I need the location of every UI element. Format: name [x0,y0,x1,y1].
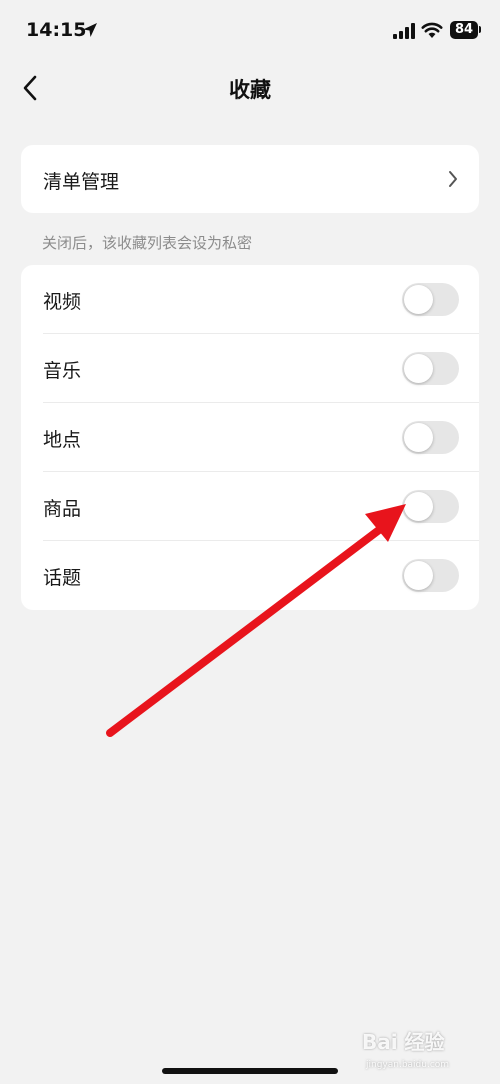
page-title: 收藏 [229,78,271,102]
switch-knob [404,285,433,314]
chevron-right-icon [449,171,457,187]
collection-toggles-card: 视频 音乐 地点 商品 话题 [21,265,479,610]
nav-bar: 收藏 [0,60,500,116]
switch-knob [404,561,433,590]
toggle-label-video: 视频 [43,291,82,313]
toggle-row-location: 地点 [21,403,479,472]
list-management-row[interactable]: 清单管理 [21,145,479,213]
home-indicator [162,1068,338,1074]
location-arrow-icon [83,23,97,37]
list-management-label: 清单管理 [43,171,120,193]
wifi-icon [421,22,443,38]
battery-tip [479,26,481,33]
privacy-note: 关闭后，该收藏列表会设为私密 [42,234,253,252]
toggle-row-product: 商品 [21,472,479,541]
switch-knob [404,492,433,521]
switch-knob [404,354,433,383]
cellular-signal-icon [393,23,415,39]
video-switch[interactable] [402,283,459,316]
topic-switch[interactable] [402,559,459,592]
toggle-row-video: 视频 [21,265,479,334]
toggle-label-location: 地点 [43,429,82,451]
toggle-label-music: 音乐 [43,360,82,382]
status-bar: 14:15 84 [0,0,500,60]
toggle-row-topic: 话题 [21,541,479,610]
status-time: 14:15 [26,19,87,41]
watermark-text: Bai 经验 [362,1030,445,1054]
toggle-label-topic: 话题 [43,567,82,589]
music-switch[interactable] [402,352,459,385]
baidu-watermark: Bai 经验 jingyan.baidu.com [362,1026,482,1074]
watermark-url: jingyan.baidu.com [366,1060,450,1070]
toggle-label-product: 商品 [43,498,82,520]
product-switch[interactable] [402,490,459,523]
toggle-row-music: 音乐 [21,334,479,403]
battery-icon: 84 [450,21,478,39]
location-switch[interactable] [402,421,459,454]
switch-knob [404,423,433,452]
